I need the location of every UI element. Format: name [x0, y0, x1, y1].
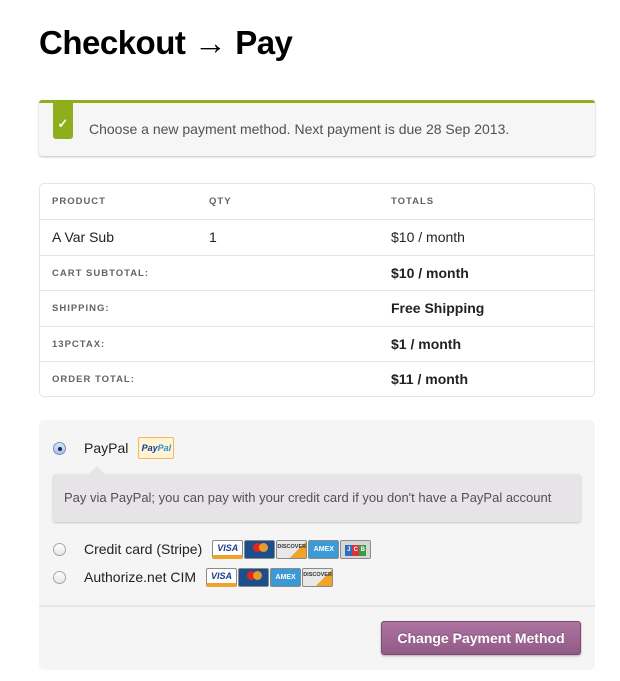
summary-row-subtotal: CART SUBTOTAL: $10 / month — [40, 255, 594, 290]
stripe-radio[interactable] — [53, 542, 66, 556]
jcb-b: B — [359, 544, 367, 556]
jcb-j: J — [345, 544, 353, 556]
product-total: $10 / month — [391, 229, 465, 245]
amex-icon: AMEX — [270, 567, 302, 587]
order-total-value: $11 / month — [391, 371, 469, 387]
paypal-label[interactable]: PayPal — [84, 440, 128, 456]
visa-icon: VISA — [206, 567, 238, 587]
payment-method-stripe[interactable]: Credit card (Stripe) VISA DISCOVER AMEX … — [53, 539, 372, 559]
notice-message: Choose a new payment method. Next paymen… — [89, 121, 510, 137]
subtotal-label: CART SUBTOTAL: — [52, 268, 150, 279]
payment-method-paypal[interactable]: PayPal PayPal — [53, 437, 175, 459]
product-name: A Var Sub — [52, 229, 115, 245]
mastercard-icon — [244, 539, 276, 559]
header-qty: QTY — [209, 196, 232, 207]
subtotal-value: $10 / month — [391, 265, 469, 281]
divider — [39, 605, 595, 607]
visa-icon: VISA — [212, 539, 244, 559]
discover-icon: DISCOVER — [302, 567, 334, 587]
summary-row-shipping: SHIPPING: Free Shipping — [40, 290, 594, 325]
payment-method-authorize-net[interactable]: Authorize.net CIM VISA AMEX DISCOVER — [53, 567, 334, 587]
order-total-label: ORDER TOTAL: — [52, 374, 135, 385]
shipping-label: SHIPPING: — [52, 303, 110, 314]
table-row: A Var Sub 1 $10 / month — [40, 219, 594, 254]
paypal-logo-icon: PayPal — [138, 437, 175, 459]
mastercard-icon — [238, 567, 270, 587]
paypal-radio[interactable] — [53, 441, 66, 455]
payment-methods-panel: PayPal PayPal Pay via PayPal; you can pa… — [39, 420, 595, 670]
info-notice: ✓ Choose a new payment method. Next paym… — [39, 100, 595, 156]
stripe-card-icons: VISA DISCOVER AMEX JCB — [212, 539, 372, 559]
page-title: Checkout → Pay — [39, 24, 293, 61]
product-qty: 1 — [209, 229, 217, 245]
header-totals: TOTALS — [391, 196, 435, 207]
stripe-label[interactable]: Credit card (Stripe) — [84, 541, 202, 557]
summary-row-tax: 13PCTAX: $1 / month — [40, 326, 594, 361]
jcb-c: C — [352, 544, 360, 556]
order-review-table: PRODUCT QTY TOTALS A Var Sub 1 $10 / mon… — [39, 183, 595, 397]
paypal-description: Pay via PayPal; you can pay with your cr… — [53, 466, 581, 522]
amex-icon: AMEX — [308, 539, 340, 559]
authorize-net-card-icons: VISA AMEX DISCOVER — [206, 567, 334, 587]
table-header-row: PRODUCT QTY TOTALS — [40, 184, 594, 219]
paypal-logo-pay: Pay — [141, 443, 158, 453]
paypal-logo-pal: Pal — [157, 443, 172, 453]
tax-value: $1 / month — [391, 336, 462, 352]
summary-row-order-total: ORDER TOTAL: $11 / month — [40, 361, 594, 396]
authorize-net-label[interactable]: Authorize.net CIM — [84, 569, 196, 585]
checkmark-icon: ✓ — [53, 100, 73, 139]
authorize-net-radio[interactable] — [53, 570, 66, 584]
shipping-value: Free Shipping — [391, 300, 485, 316]
jcb-icon: JCB — [340, 539, 372, 559]
tax-label: 13PCTAX: — [52, 339, 106, 350]
discover-icon: DISCOVER — [276, 539, 308, 559]
header-product: PRODUCT — [52, 196, 106, 207]
change-payment-method-button[interactable]: Change Payment Method — [381, 621, 581, 655]
